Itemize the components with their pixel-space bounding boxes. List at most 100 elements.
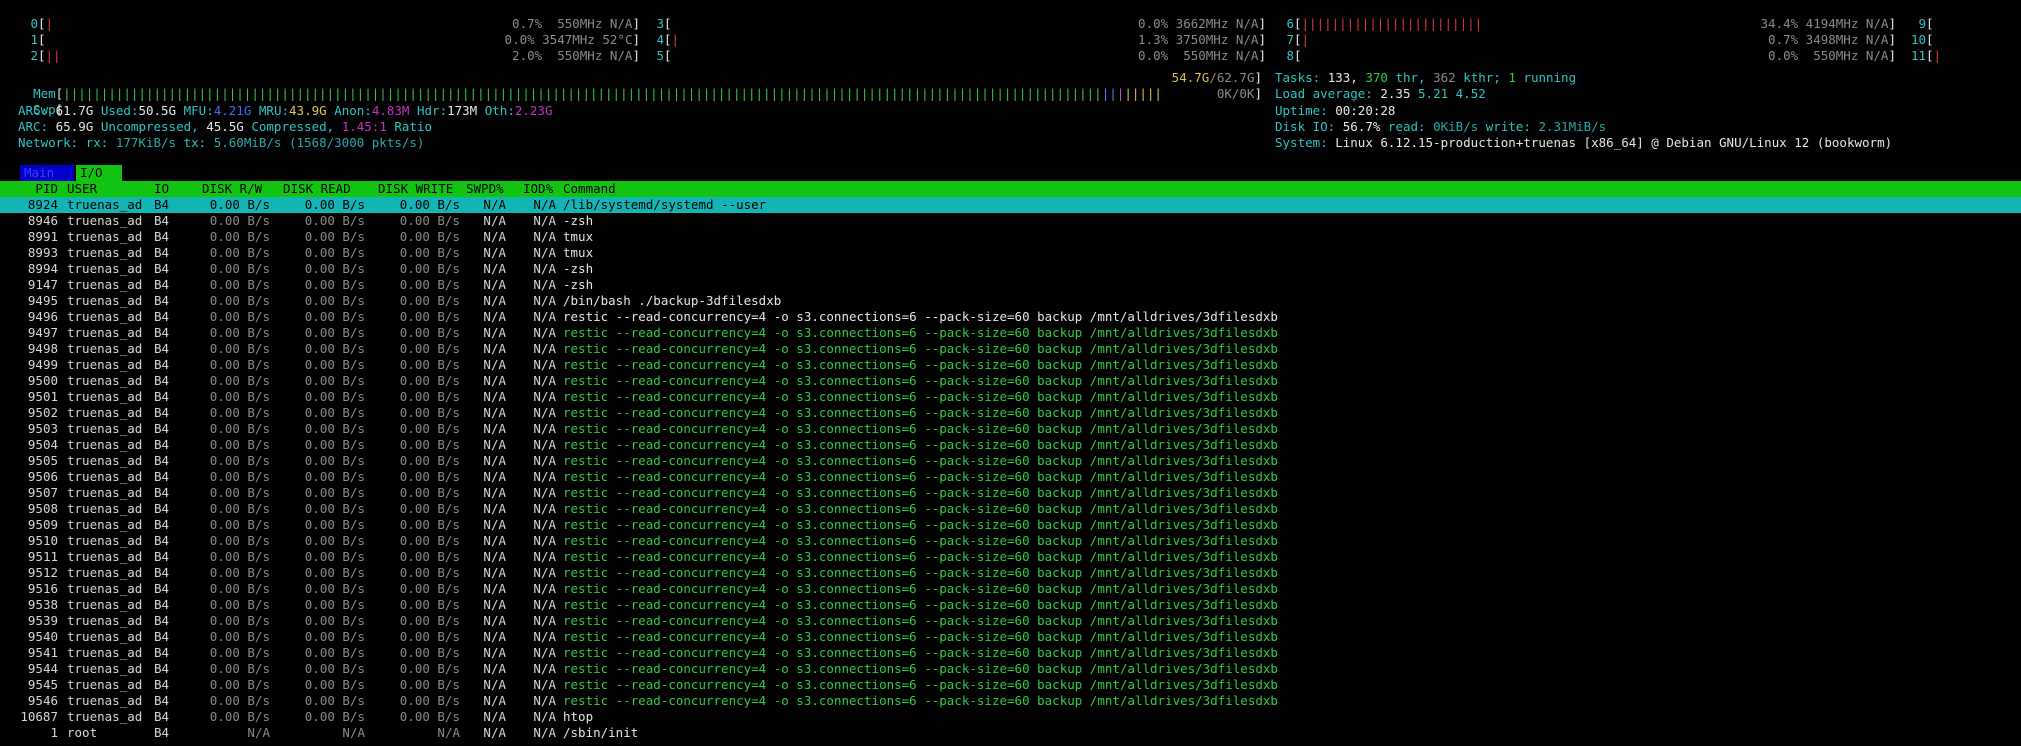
table-row[interactable]: 9499 truenas_ad B4 0.00 B/s 0.00 B/s 0.00 B/s… — [0, 357, 2021, 373]
table-row[interactable]: 9500 truenas_ad B4 0.00 B/s 0.00 B/s 0.00 B/s… — [0, 373, 2021, 389]
disk-rw-cell: 0.00 B/s — [209, 581, 270, 596]
disk-rw-cell: 0.00 B/s — [209, 261, 270, 276]
cpu-value: 1.3% 3750MHz N/A] — [1138, 32, 1266, 47]
table-row[interactable]: 9502 truenas_ad B4 0.00 B/s 0.00 B/s 0.00 B/s… — [0, 405, 2021, 421]
table-row[interactable]: 9495 truenas_ad B4 0.00 B/s 0.00 B/s 0.00 B/s… — [0, 293, 2021, 309]
table-row[interactable]: 9506 truenas_ad B4 0.00 B/s 0.00 B/s 0.00 B/s… — [0, 469, 2021, 485]
network-tx-label: tx: — [183, 135, 207, 150]
iod-cell: N/A — [533, 549, 556, 564]
table-row-selected[interactable]: 8924 truenas_ad B4 0.00 B/s 0.00 B/s 0.00 B/s… — [0, 197, 2021, 213]
network-rx-label: rx: — [85, 135, 109, 150]
table-row[interactable]: 10687 truenas_ad B4 0.00 B/s 0.00 B/s 0.00 B/… — [0, 709, 2021, 725]
table-row[interactable]: 9512 truenas_ad B4 0.00 B/s 0.00 B/s 0.00 B/s… — [0, 565, 2021, 581]
table-row[interactable]: 9503 truenas_ad B4 0.00 B/s 0.00 B/s 0.00 B/s… — [0, 421, 2021, 437]
table-row[interactable]: 9504 truenas_ad B4 0.00 B/s 0.00 B/s 0.00 B/s… — [0, 437, 2021, 453]
pid-cell: 9512 — [27, 565, 58, 580]
table-row[interactable]: 9507 truenas_ad B4 0.00 B/s 0.00 B/s 0.00 B/s… — [0, 485, 2021, 501]
col-pid[interactable]: PID — [0, 181, 58, 197]
cpu-bracket-open: [ — [1294, 16, 1302, 31]
diskio-read: 0KiB/s — [1433, 119, 1479, 134]
table-row[interactable]: 9511 truenas_ad B4 0.00 B/s 0.00 B/s 0.00 B/s… — [0, 549, 2021, 565]
cpu-index: 8 — [1286, 48, 1294, 63]
table-row[interactable]: 9546 truenas_ad B4 0.00 B/s 0.00 B/s 0.00 B/s… — [0, 693, 2021, 709]
col-disk-write[interactable]: DISK WRITE — [378, 181, 453, 197]
io-cell: B4 — [154, 517, 170, 532]
load-5: 5.21 — [1418, 86, 1449, 101]
command-cell: restic --read-concurrency=4 -o s3.connec… — [563, 677, 1278, 692]
user-cell: truenas_ad — [67, 229, 143, 244]
table-row[interactable]: 9505 truenas_ad B4 0.00 B/s 0.00 B/s 0.00 B/s… — [0, 453, 2021, 469]
cpu-bar: [| — [1926, 48, 1942, 63]
disk-write-cell: 0.00 B/s — [399, 501, 460, 516]
tab-main[interactable]: Main — [20, 165, 74, 181]
arc-anon: 4.83M — [371, 103, 410, 118]
table-row[interactable]: 9541 truenas_ad B4 0.00 B/s 0.00 B/s 0.00 B/s… — [0, 645, 2021, 661]
col-command[interactable]: Command — [563, 181, 616, 197]
iod-cell: N/A — [533, 341, 556, 356]
table-row[interactable]: 1 root B4 N/A N/A N/A N/A N/A/sbin/init — [0, 725, 2021, 741]
io-cell: B4 — [154, 709, 170, 724]
pid-cell: 9498 — [27, 341, 58, 356]
user-cell: truenas_ad — [67, 453, 143, 468]
pid-cell: 9147 — [27, 277, 58, 292]
user-cell: truenas_ad — [67, 517, 143, 532]
uptime-info: Uptime: 00:20:28 — [1275, 103, 1395, 119]
col-user[interactable]: USER — [67, 181, 97, 197]
table-row[interactable]: 9510 truenas_ad B4 0.00 B/s 0.00 B/s 0.00 B/s… — [0, 533, 2021, 549]
table-row[interactable]: 9539 truenas_ad B4 0.00 B/s 0.00 B/s 0.00 B/s… — [0, 613, 2021, 629]
disk-rw-cell: 0.00 B/s — [209, 245, 270, 260]
tab-io[interactable]: I/O — [76, 165, 122, 181]
user-cell: truenas_ad — [67, 389, 143, 404]
table-row[interactable]: 9538 truenas_ad B4 0.00 B/s 0.00 B/s 0.00 B/s… — [0, 597, 2021, 613]
table-row[interactable]: 8946 truenas_ad B4 0.00 B/s 0.00 B/s 0.00 B/s… — [0, 213, 2021, 229]
table-row[interactable]: 9496 truenas_ad B4 0.00 B/s 0.00 B/s 0.00 B/s… — [0, 309, 2021, 325]
disk-rw-cell: 0.00 B/s — [209, 709, 270, 724]
col-disk-rw[interactable]: DISK R/W — [202, 181, 262, 197]
table-row[interactable]: 9501 truenas_ad B4 0.00 B/s 0.00 B/s 0.00 B/s… — [0, 389, 2021, 405]
running-count: 1 — [1508, 70, 1516, 85]
col-disk-read[interactable]: DISK READ — [283, 181, 351, 197]
table-row[interactable]: 9509 truenas_ad B4 0.00 B/s 0.00 B/s 0.00 B/s… — [0, 517, 2021, 533]
table-row[interactable]: 9544 truenas_ad B4 0.00 B/s 0.00 B/s 0.00 B/s… — [0, 661, 2021, 677]
table-row[interactable]: 8994 truenas_ad B4 0.00 B/s 0.00 B/s 0.00 B/s… — [0, 261, 2021, 277]
table-row[interactable]: 9497 truenas_ad B4 0.00 B/s 0.00 B/s 0.00 B/s… — [0, 325, 2021, 341]
user-cell: truenas_ad — [67, 357, 143, 372]
cpu-meter-2: 2[|| 2.0% 550MHz N/A] — [12, 48, 640, 64]
swpd-cell: N/A — [483, 421, 506, 436]
disk-write-cell: 0.00 B/s — [399, 565, 460, 580]
user-cell: truenas_ad — [67, 277, 143, 292]
disk-rw-cell: 0.00 B/s — [209, 613, 270, 628]
io-cell: B4 — [154, 677, 170, 692]
table-row[interactable]: 9147 truenas_ad B4 0.00 B/s 0.00 B/s 0.00 B/s… — [0, 277, 2021, 293]
network-rx: 177KiB/s — [115, 135, 177, 150]
col-swpd[interactable]: SWPD% — [466, 181, 504, 197]
col-iod[interactable]: IOD% — [523, 181, 553, 197]
command-cell: restic --read-concurrency=4 -o s3.connec… — [563, 421, 1278, 436]
swpd-cell: N/A — [483, 469, 506, 484]
table-row[interactable]: 9508 truenas_ad B4 0.00 B/s 0.00 B/s 0.00 B/s… — [0, 501, 2021, 517]
swpd-cell: N/A — [483, 533, 506, 548]
cpu-index: 9 — [1918, 16, 1926, 31]
table-row[interactable]: 9545 truenas_ad B4 0.00 B/s 0.00 B/s 0.00 B/s… — [0, 677, 2021, 693]
cpu-value: 34.4% 4194MHz N/A] — [1760, 16, 1896, 31]
cpu-bar: [ — [1926, 16, 1934, 31]
swpd-cell: N/A — [483, 549, 506, 564]
col-io[interactable]: IO — [154, 181, 169, 197]
iod-cell: N/A — [533, 405, 556, 420]
io-cell: B4 — [154, 693, 170, 708]
table-row[interactable]: 9540 truenas_ad B4 0.00 B/s 0.00 B/s 0.00 B/s… — [0, 629, 2021, 645]
io-cell: B4 — [154, 549, 170, 564]
user-cell: truenas_ad — [67, 437, 143, 452]
table-row[interactable]: 9498 truenas_ad B4 0.00 B/s 0.00 B/s 0.00 B/s… — [0, 341, 2021, 357]
table-row[interactable]: 8993 truenas_ad B4 0.00 B/s 0.00 B/s 0.00 B/s… — [0, 245, 2021, 261]
table-row[interactable]: 8991 truenas_ad B4 0.00 B/s 0.00 B/s 0.00 B/s… — [0, 229, 2021, 245]
io-cell: B4 — [154, 597, 170, 612]
command-cell: tmux — [563, 229, 594, 244]
disk-read-cell: 0.00 B/s — [304, 661, 365, 676]
table-row[interactable]: 9516 truenas_ad B4 0.00 B/s 0.00 B/s 0.00 B/s… — [0, 581, 2021, 597]
arc-hdr-label: Hdr: — [417, 103, 448, 118]
kthreads-count: 362 — [1433, 70, 1456, 85]
disk-rw-cell: 0.00 B/s — [209, 341, 270, 356]
iod-cell: N/A — [533, 517, 556, 532]
swpd-cell: N/A — [483, 245, 506, 260]
